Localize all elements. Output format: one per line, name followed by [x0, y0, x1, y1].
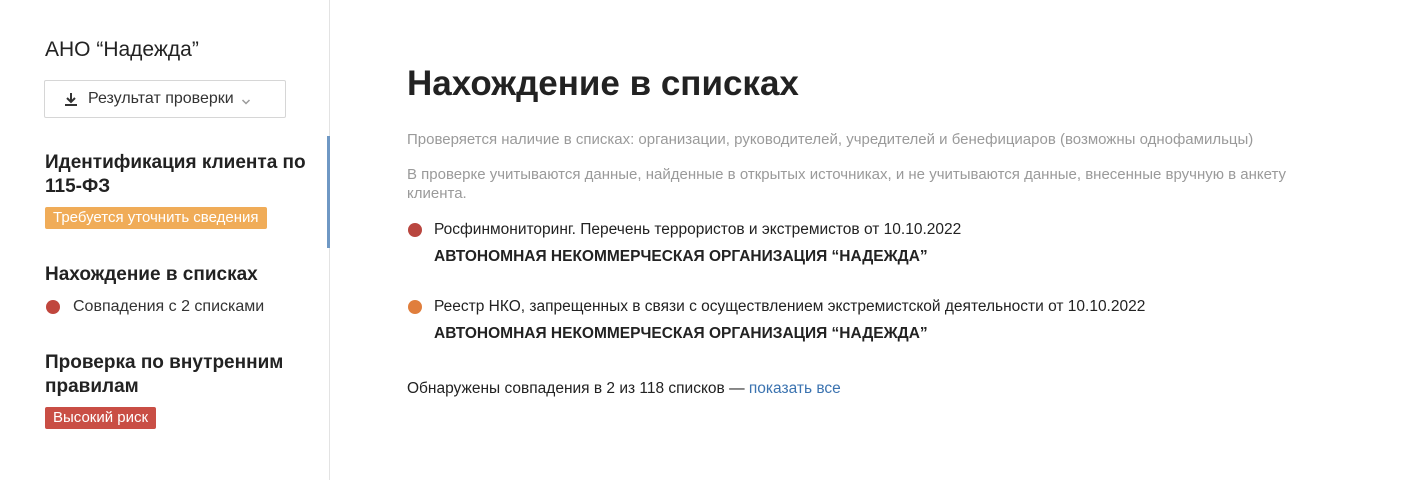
- match-summary: Обнаружены совпадения в 2 из 118 списков…: [407, 380, 841, 398]
- match-item: Росфинмониторинг. Перечень террористов и…: [407, 221, 1347, 266]
- sources-note: В проверке учитываются данные, найденные…: [407, 166, 1287, 202]
- section-title: Идентификация клиента по 115-ФЗ: [45, 152, 306, 197]
- active-section-indicator: [327, 136, 330, 248]
- result-button-label: Результат проверки: [88, 90, 234, 107]
- download-icon: [64, 92, 78, 106]
- match-list-name: Реестр НКО, запрещенных в связи с осущес…: [434, 298, 1146, 315]
- sidebar: АНО “Надежда” Результат проверки Идентиф…: [0, 0, 330, 480]
- match-dot-icon: [408, 223, 422, 237]
- check-description: Проверяется наличие в списках: организац…: [407, 131, 1254, 148]
- status-badge: Высокий риск: [45, 407, 157, 429]
- match-item: Реестр НКО, запрещенных в связи с осущес…: [407, 298, 1347, 343]
- sidebar-section-lists[interactable]: Нахождение в списках Совпадения с 2 спис…: [45, 263, 315, 316]
- lists-status: Совпадения с 2 списками: [45, 298, 315, 316]
- page-title: Нахождение в списках: [407, 64, 799, 103]
- sidebar-section-internal-rules[interactable]: Проверка по внутренним правилам Высокий …: [45, 351, 315, 429]
- chevron-down-icon: [241, 94, 251, 105]
- lists-status-text: Совпадения с 2 списками: [73, 298, 265, 315]
- match-entity: АВТОНОМНАЯ НЕКОММЕРЧЕСКАЯ ОРГАНИЗАЦИЯ “Н…: [434, 248, 928, 265]
- match-dot-icon: [408, 300, 422, 314]
- org-name: АНО “Надежда”: [45, 38, 199, 61]
- summary-text: Обнаружены совпадения в 2 из 118 списков…: [407, 380, 745, 397]
- status-dot-icon: [46, 300, 60, 314]
- section-title: Проверка по внутренним правилам: [45, 352, 284, 397]
- status-badge: Требуется уточнить сведения: [45, 207, 267, 229]
- show-all-link[interactable]: показать все: [749, 380, 841, 397]
- result-download-button[interactable]: Результат проверки: [44, 80, 286, 118]
- sidebar-section-identification[interactable]: Идентификация клиента по 115-ФЗ Требуетс…: [45, 151, 315, 229]
- section-title: Нахождение в списках: [45, 264, 258, 285]
- match-entity: АВТОНОМНАЯ НЕКОММЕРЧЕСКАЯ ОРГАНИЗАЦИЯ “Н…: [434, 325, 928, 342]
- match-list-name: Росфинмониторинг. Перечень террористов и…: [434, 221, 962, 238]
- app-window: АНО “Надежда” Результат проверки Идентиф…: [0, 0, 1418, 480]
